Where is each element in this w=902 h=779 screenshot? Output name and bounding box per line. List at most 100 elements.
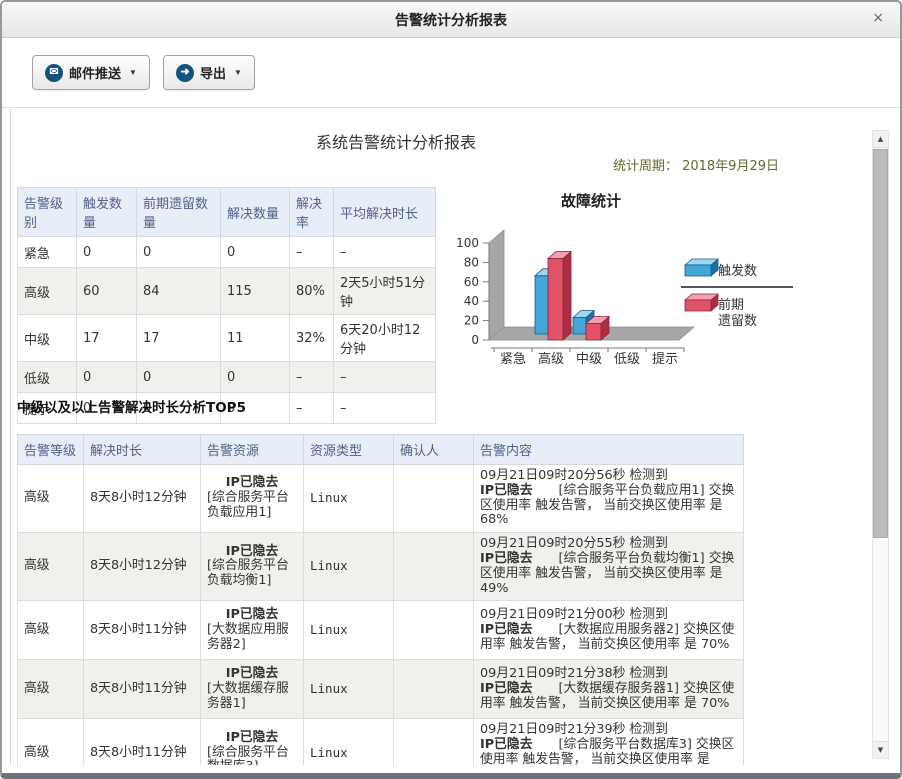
y-tick-label: 100 xyxy=(456,236,479,250)
top5-col-header: 告警资源 xyxy=(201,435,304,465)
report-panel: 系统告警统计分析报表 统计周期： 2018年9月29日 告警级别触发数量前期遗留… xyxy=(10,109,892,765)
alarm-report-dialog: 告警统计分析报表 × ✉ 邮件推送 ▼ ➜ 导出 ▼ 系统告警统计分析报表 统计… xyxy=(0,0,902,779)
y-tick-label: 0 xyxy=(471,333,479,347)
y-tick-label: 40 xyxy=(464,294,479,308)
summary-cell: 84 xyxy=(137,268,221,315)
duration-cell: 8天8小时11分钟 xyxy=(84,719,201,765)
legend-label-leftover: 前期 xyxy=(718,297,744,313)
resource-cell: IP已隐去[综合服务平台负载均衡1] xyxy=(201,533,304,601)
summary-header-row: 告警级别触发数量前期遗留数量解决数量解决率平均解决时长 xyxy=(18,188,436,237)
summary-cell: – xyxy=(290,237,334,268)
scroll-up-icon[interactable]: ▲ xyxy=(873,131,888,148)
chart-wall xyxy=(489,230,504,340)
report-period: 统计周期： 2018年9月29日 xyxy=(11,155,779,174)
summary-col-header: 解决数量 xyxy=(221,188,290,237)
close-icon[interactable]: × xyxy=(872,11,884,25)
confirmer-cell xyxy=(394,601,474,660)
dialog-title: 告警统计分析报表 xyxy=(395,10,507,30)
top5-row: 高级8天8小时12分钟IP已隐去[综合服务平台负载应用1]Linux09月21日… xyxy=(18,465,744,533)
period-label: 统计周期： xyxy=(613,159,678,174)
summary-cell: – xyxy=(334,362,436,393)
alarm-level-cell: 高级 xyxy=(18,533,84,601)
top5-col-header: 告警等级 xyxy=(18,435,84,465)
summary-cell: 0 xyxy=(77,237,137,268)
resource-cell: IP已隐去[综合服务平台负载应用1] xyxy=(201,465,304,533)
resource-type-cell: Linux xyxy=(304,465,394,533)
summary-col-header: 前期遗留数量 xyxy=(137,188,221,237)
top5-row: 高级8天8小时11分钟IP已隐去[综合服务平台数据库3]Linux09月21日0… xyxy=(18,719,744,765)
summary-cell: 0 xyxy=(137,362,221,393)
dialog-titlebar: 告警统计分析报表 × xyxy=(2,2,900,38)
scroll-down-icon[interactable]: ▼ xyxy=(873,741,888,758)
top5-table: 告警等级解决时长告警资源资源类型确认人告警内容 高级8天8小时12分钟IP已隐去… xyxy=(17,434,744,765)
resource-type-cell: Linux xyxy=(304,719,394,765)
summary-cell: 0 xyxy=(137,237,221,268)
summary-cell: 11 xyxy=(221,315,290,362)
y-tick-label: 20 xyxy=(464,314,479,328)
summary-row: 中级17171132%6天20小时12分钟 xyxy=(18,315,436,362)
summary-cell: – xyxy=(334,237,436,268)
summary-col-header: 告警级别 xyxy=(18,188,77,237)
summary-table: 告警级别触发数量前期遗留数量解决数量解决率平均解决时长 紧急000––高级608… xyxy=(17,187,436,424)
resource-cell: IP已隐去[大数据应用服务器2] xyxy=(201,601,304,660)
summary-cell: 80% xyxy=(290,268,334,315)
bar-leftover-高级 xyxy=(548,259,563,340)
top5-col-header: 资源类型 xyxy=(304,435,394,465)
x-category-label: 中级 xyxy=(576,352,602,367)
legend-label-triggered: 触发数 xyxy=(718,263,757,279)
content-cell: 09月21日09时21分00秒 检测到IP已隐去[大数据应用服务器2] 交换区使… xyxy=(474,601,744,660)
scrollbar[interactable]: ▲ ▼ xyxy=(872,130,889,759)
y-tick-label: 60 xyxy=(464,275,479,289)
resource-type-cell: Linux xyxy=(304,660,394,719)
chart-title: 故障统计 xyxy=(441,190,741,211)
summary-cell: 60 xyxy=(77,268,137,315)
fault-statistics-chart: 020406080100紧急高级中级低级提示触发数前期遗留数 xyxy=(441,210,871,385)
summary-cell: 0 xyxy=(221,237,290,268)
export-icon: ➜ xyxy=(176,64,194,82)
mail-icon: ✉ xyxy=(45,64,63,82)
content-cell: 09月21日09时20分56秒 检测到IP已隐去[综合服务平台负载应用1] 交换… xyxy=(474,465,744,533)
bar-triggered-高级 xyxy=(535,276,548,334)
summary-col-header: 触发数量 xyxy=(77,188,137,237)
summary-cell: – xyxy=(290,393,334,424)
resource-cell: IP已隐去[综合服务平台数据库3] xyxy=(201,719,304,765)
export-button[interactable]: ➜ 导出 ▼ xyxy=(163,55,255,90)
duration-cell: 8天8小时12分钟 xyxy=(84,533,201,601)
alarm-level-cell: 高级 xyxy=(18,719,84,765)
confirmer-cell xyxy=(394,660,474,719)
summary-cell: 17 xyxy=(77,315,137,362)
x-category-label: 提示 xyxy=(652,351,678,367)
top5-col-header: 确认人 xyxy=(394,435,474,465)
summary-cell: 中级 xyxy=(18,315,77,362)
top5-row: 高级8天8小时11分钟IP已隐去[大数据缓存服务器1]Linux09月21日09… xyxy=(18,660,744,719)
legend-swatch-leftover xyxy=(685,300,711,311)
chevron-down-icon: ▼ xyxy=(129,68,137,77)
duration-cell: 8天8小时11分钟 xyxy=(84,660,201,719)
summary-cell: 高级 xyxy=(18,268,77,315)
x-category-label: 低级 xyxy=(614,352,640,367)
x-category-label: 高级 xyxy=(538,351,564,367)
scrollbar-thumb[interactable] xyxy=(873,149,888,538)
top5-section-title: 中级以及以上告警解决时长分析TOP5 xyxy=(17,396,246,416)
y-tick-label: 80 xyxy=(464,255,479,269)
summary-cell: 115 xyxy=(221,268,290,315)
report-title: 系统告警统计分析报表 xyxy=(11,129,781,153)
summary-cell: 0 xyxy=(77,362,137,393)
bar-triggered-中级 xyxy=(573,318,586,334)
resource-type-cell: Linux xyxy=(304,533,394,601)
toolbar: ✉ 邮件推送 ▼ ➜ 导出 ▼ xyxy=(2,38,900,108)
resource-type-cell: Linux xyxy=(304,601,394,660)
export-label: 导出 xyxy=(200,63,226,82)
bar-leftover-高级 xyxy=(563,252,571,340)
top5-col-header: 解决时长 xyxy=(84,435,201,465)
duration-cell: 8天8小时12分钟 xyxy=(84,465,201,533)
duration-cell: 8天8小时11分钟 xyxy=(84,601,201,660)
confirmer-cell xyxy=(394,719,474,765)
summary-cell: 2天5小时51分钟 xyxy=(334,268,436,315)
mail-push-button[interactable]: ✉ 邮件推送 ▼ xyxy=(32,55,150,90)
top5-col-header: 告警内容 xyxy=(474,435,744,465)
top5-row: 高级8天8小时11分钟IP已隐去[大数据应用服务器2]Linux09月21日09… xyxy=(18,601,744,660)
summary-cell: – xyxy=(290,362,334,393)
top5-row: 高级8天8小时12分钟IP已隐去[综合服务平台负载均衡1]Linux09月21日… xyxy=(18,533,744,601)
alarm-level-cell: 高级 xyxy=(18,660,84,719)
